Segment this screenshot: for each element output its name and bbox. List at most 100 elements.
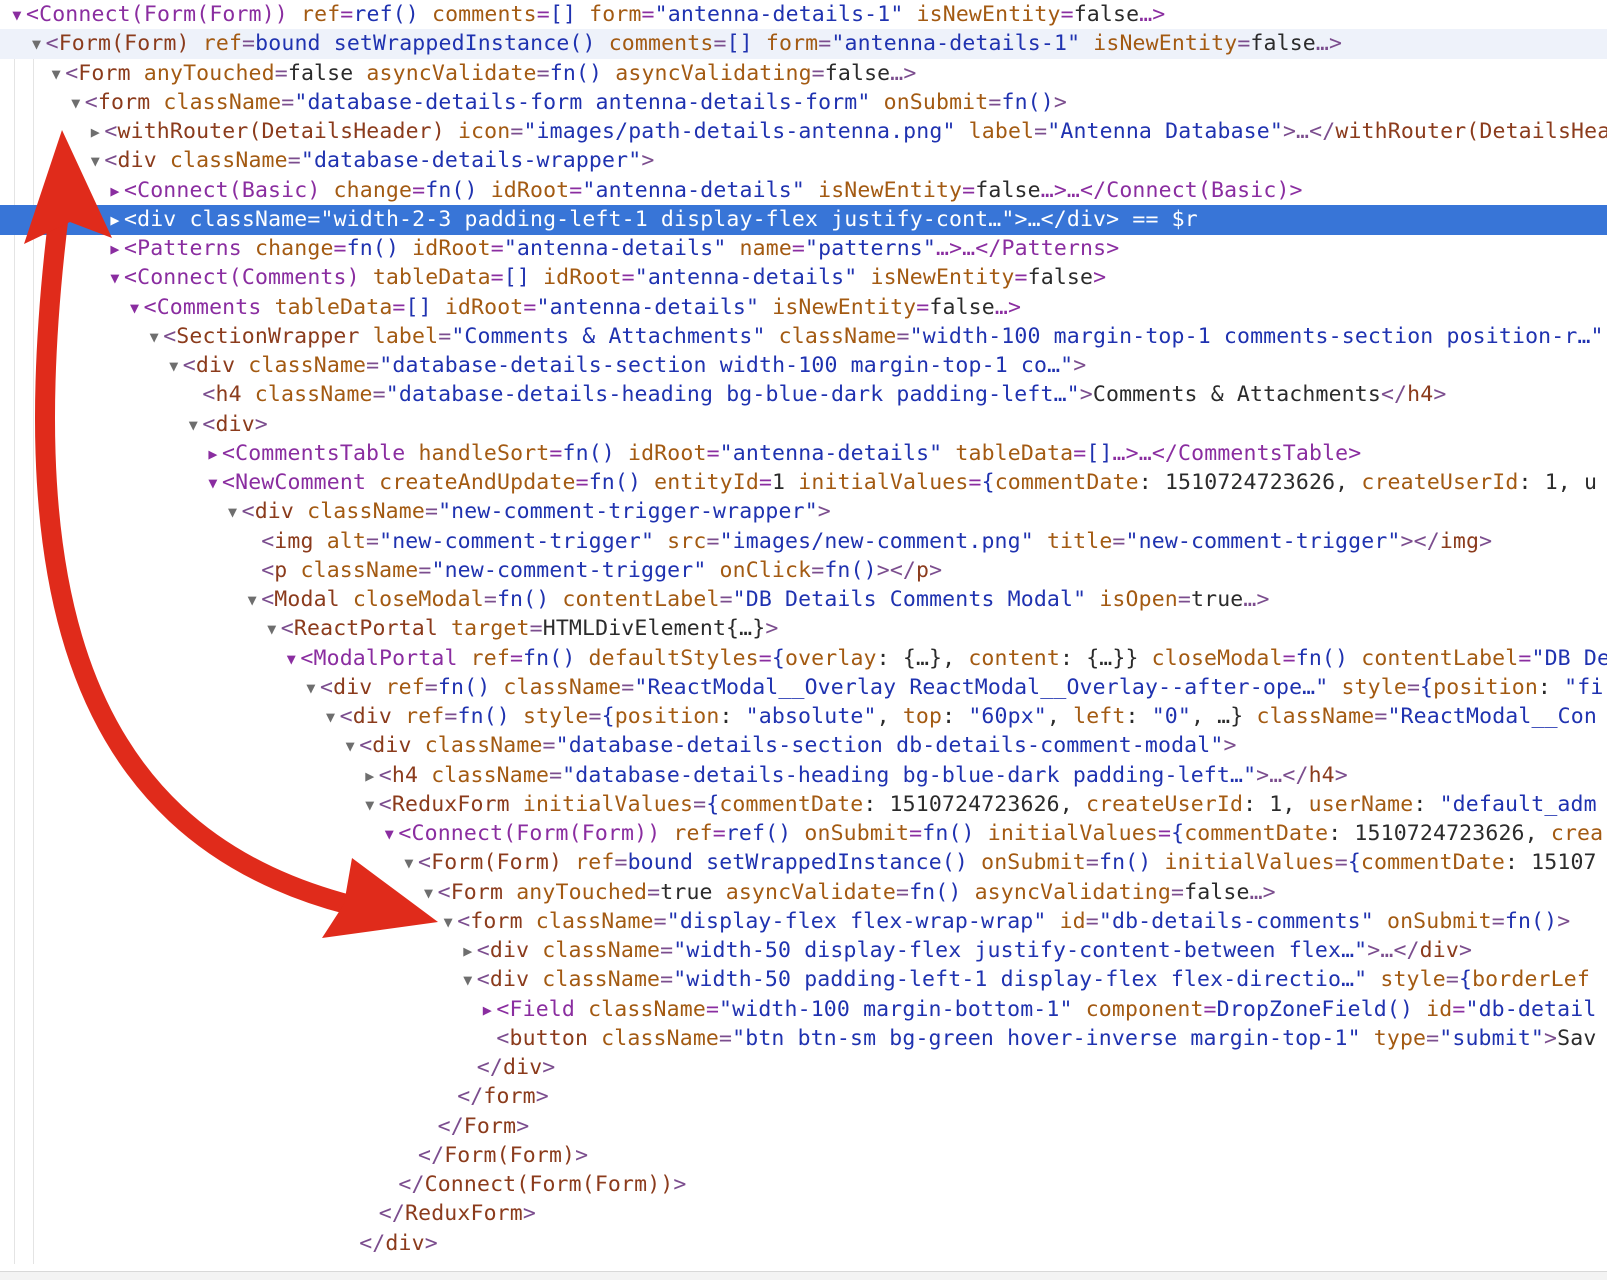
token: component [1072, 996, 1204, 1022]
tree-row[interactable]: </Connect(Form(Form))> [0, 1170, 1607, 1200]
tree-row[interactable]: ▼ <div className="database-details-sectio… [0, 731, 1607, 761]
tree-row[interactable]: ▼ <Modal closeModal=fn() contentLabel="DB… [0, 585, 1607, 615]
expanded-triangle-icon[interactable]: ▼ [28, 29, 46, 59]
token: "antenna-details" [582, 177, 805, 203]
expanded-triangle-icon[interactable]: ▼ [86, 146, 104, 176]
collapsed-triangle-icon[interactable]: ▶ [361, 761, 379, 791]
tree-row[interactable]: ▼ <div ref=fn() style={position: "absolut… [0, 702, 1607, 732]
expanded-triangle-icon[interactable]: ▼ [420, 878, 438, 908]
token: = [483, 587, 497, 612]
expanded-triangle-icon[interactable]: ▼ [106, 263, 124, 293]
tree-row[interactable]: ▶ <Connect(Basic) change=fn() idRoot="ant… [0, 176, 1607, 206]
expanded-triangle-icon[interactable]: ▼ [126, 293, 144, 323]
token: className [150, 89, 282, 115]
token: ></ [1400, 528, 1440, 554]
tree-row[interactable]: ▼ <Connect(Comments) tableData=[] idRoot=… [0, 263, 1607, 293]
tree-row[interactable]: ▶ <Field className="width-100 margin-bott… [0, 995, 1607, 1025]
token: createUserId [1085, 791, 1244, 817]
expanded-triangle-icon[interactable]: ▼ [282, 644, 300, 674]
expanded-triangle-icon[interactable]: ▼ [165, 351, 183, 381]
token: < [202, 382, 216, 408]
tree-row[interactable]: ▶ <CommentsTable handleSort=fn() idRoot="… [0, 439, 1607, 469]
tree-row[interactable]: ▶ <withRouter(DetailsHeader) icon="images… [0, 117, 1607, 147]
expanded-triangle-icon[interactable]: ▼ [224, 497, 242, 527]
collapsed-triangle-icon[interactable]: ▶ [459, 936, 477, 966]
token: idRoot [431, 294, 524, 320]
tree-row[interactable]: ▶ <div className="width-50 display-flex j… [0, 936, 1607, 966]
tree-row[interactable]: </div> [0, 1229, 1607, 1259]
tree-row[interactable]: </Form> [0, 1112, 1607, 1142]
expanded-triangle-icon[interactable]: ▼ [341, 731, 359, 761]
tree-row[interactable]: ▼ <Comments tableData=[] idRoot="antenna-… [0, 293, 1607, 323]
tree-row[interactable]: ▼ <Form(Form) ref=bound setWrappedInstanc… [0, 848, 1607, 878]
tree-row[interactable]: ▼ <div className="width-50 padding-left-1… [0, 965, 1607, 995]
tree-row[interactable]: ▼ <Connect(Form(Form)) ref=ref() comments… [0, 0, 1607, 30]
collapsed-triangle-icon[interactable]: ▶ [478, 995, 496, 1025]
token: > [1458, 938, 1473, 963]
collapsed-triangle-icon[interactable]: ▶ [204, 439, 222, 469]
collapsed-triangle-icon[interactable]: ▶ [106, 205, 124, 235]
tree-row[interactable]: ▼ <div> [0, 410, 1607, 440]
tree-row[interactable]: ▼ <div ref=fn() className="ReactModal__Ov… [0, 673, 1607, 703]
expanded-triangle-icon[interactable]: ▼ [439, 907, 457, 937]
collapsed-triangle-icon[interactable]: ▶ [106, 176, 124, 206]
tree-row[interactable]: ▼ <Form anyTouched=true asyncValidate=fn(… [0, 878, 1607, 908]
token: img [1439, 528, 1480, 554]
token: { [981, 470, 995, 495]
expanded-triangle-icon[interactable]: ▼ [204, 468, 222, 498]
expanded-triangle-icon[interactable]: ▼ [243, 585, 261, 615]
tree-row[interactable]: ▶ <h4 className="database-details-heading… [0, 761, 1607, 791]
tree-row[interactable]: ▶ <Patterns change=fn() idRoot="antenna-d… [0, 234, 1607, 264]
collapsed-triangle-icon[interactable]: ▶ [106, 234, 124, 264]
expanded-triangle-icon[interactable]: ▼ [67, 88, 85, 118]
collapsed-triangle-icon[interactable]: ▶ [86, 117, 104, 147]
tree-row[interactable]: <h4 className="database-details-heading … [0, 380, 1607, 410]
tree-row[interactable]: ▼ <div className="new-comment-trigger-wra… [0, 497, 1607, 527]
tree-row[interactable]: ▼ <NewComment createAndUpdate=fn() entity… [0, 468, 1607, 498]
token: "antenna-details-1" [831, 31, 1081, 57]
tree-row[interactable]: ▼ <SectionWrapper label="Comments & Attac… [0, 322, 1607, 352]
token: = [818, 31, 832, 57]
token: = [490, 265, 504, 291]
token: = [719, 587, 733, 612]
token: "database-details-section width-100 marg… [379, 353, 1074, 378]
tree-row[interactable]: </form> [0, 1082, 1607, 1112]
token: > [1479, 528, 1493, 554]
tree-row[interactable]: </ReduxForm> [0, 1199, 1607, 1229]
tree-row[interactable]: ▼ <div className="database-details-sectio… [0, 351, 1607, 381]
token: = [424, 499, 439, 525]
expanded-triangle-icon[interactable]: ▼ [322, 702, 340, 732]
token: = [510, 119, 524, 144]
expanded-triangle-icon[interactable]: ▼ [361, 790, 379, 820]
token: = [895, 879, 910, 905]
tree-row[interactable]: ▼ <Form(Form) ref=bound setWrappedInstanc… [0, 29, 1607, 60]
tree-row[interactable]: ▼ <Form anyTouched=false asyncValidate=fn… [0, 59, 1607, 89]
expanded-triangle-icon[interactable]: ▼ [184, 410, 202, 440]
token: target [437, 616, 530, 642]
tree-row[interactable]: <img alt="new-comment-trigger" src="imag… [0, 527, 1607, 557]
tree-row[interactable]: </div> [0, 1053, 1607, 1083]
expanded-triangle-icon[interactable]: ▼ [263, 614, 281, 644]
tree-row[interactable]: ▼ <form className="database-details-form … [0, 88, 1607, 118]
token: { [601, 704, 615, 729]
tree-row-selected[interactable]: ▶ <div className="width-2-3 padding-left-… [0, 204, 1607, 235]
tree-row[interactable]: ▼ <ModalPortal ref=fn() defaultStyles={ov… [0, 644, 1607, 674]
token: className [1243, 704, 1375, 729]
expanded-triangle-icon[interactable]: ▼ [47, 59, 65, 89]
tree-row[interactable]: ▼ <Connect(Form(Form)) ref=ref() onSubmit… [0, 819, 1607, 849]
tree-row[interactable]: <p className="new-comment-trigger" onCli… [0, 556, 1607, 586]
expanded-triangle-icon[interactable]: ▼ [400, 848, 418, 878]
expanded-triangle-icon[interactable]: ▼ [302, 673, 320, 703]
tree-row[interactable]: ▼ <div className="database-details-wrappe… [0, 146, 1607, 176]
token: onSubmit [968, 850, 1086, 876]
expanded-triangle-icon[interactable]: ▼ [8, 0, 26, 30]
expanded-triangle-icon[interactable]: ▼ [459, 965, 477, 995]
tree-row[interactable]: ▼ <form className="display-flex flex-wrap… [0, 907, 1607, 937]
expanded-triangle-icon[interactable]: ▼ [380, 819, 398, 849]
tree-row[interactable]: ▼ <ReactPortal target=HTMLDivElement{…}> [0, 614, 1607, 644]
tree-row[interactable]: ▼ <ReduxForm initialValues={commentDate: … [0, 790, 1607, 820]
token: "antenna-details" [719, 440, 943, 466]
tree-row[interactable]: <button className="btn btn-sm bg-green h… [0, 1024, 1607, 1054]
tree-row[interactable]: </Form(Form)> [0, 1141, 1607, 1171]
expanded-triangle-icon[interactable]: ▼ [145, 322, 163, 352]
